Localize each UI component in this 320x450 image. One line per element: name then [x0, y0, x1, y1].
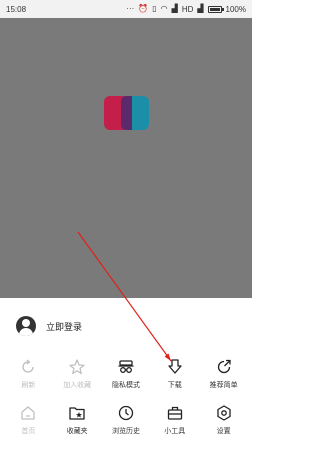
download-icon — [168, 359, 182, 374]
avatar — [16, 316, 36, 336]
refresh-icon — [22, 359, 35, 373]
login-row[interactable]: 立即登录 — [16, 316, 82, 336]
browser-logo-icon — [104, 96, 149, 130]
star-icon — [69, 359, 85, 375]
menu-item-label: 下载 — [167, 382, 182, 389]
bookmark-folder-icon — [69, 407, 85, 420]
signal-icon-2: ▟ — [197, 4, 204, 13]
menu-item-home[interactable]: 首页 — [5, 404, 51, 436]
home-icon — [21, 406, 35, 420]
menu-item-tools[interactable]: 小工具 — [152, 404, 198, 436]
settings-icon — [216, 405, 231, 421]
toolbox-icon — [167, 406, 182, 420]
menu-item-label: 首页 — [21, 428, 36, 435]
menu-item-label: 刷新 — [21, 382, 36, 389]
dimmed-page-overlay[interactable] — [0, 18, 252, 298]
dots-icon: ··· — [126, 4, 135, 13]
menu-item-download[interactable]: 下载 — [152, 358, 198, 390]
vibrate-icon: ▯ — [152, 4, 157, 13]
status-time: 15:08 — [6, 4, 27, 14]
battery-fill — [209, 7, 220, 11]
menu-row-2: 首页 收藏夹 浏览历史 小工具 设置 — [0, 404, 252, 436]
share-icon — [217, 359, 231, 374]
network-label: HD — [181, 4, 194, 14]
incognito-icon — [118, 360, 134, 373]
menu-item-label: 设置 — [216, 428, 231, 435]
menu-item-label: 收藏夹 — [66, 428, 88, 435]
menu-item-refresh[interactable]: 刷新 — [5, 358, 51, 390]
status-icons: ··· ⏰ ▯ ◠ ▟ HD ▟ 100% — [126, 5, 246, 14]
menu-item-label: 小工具 — [164, 428, 186, 435]
menu-item-bookmarks[interactable]: 收藏夹 — [54, 404, 100, 436]
menu-item-add-favorite[interactable]: 加入收藏 — [54, 358, 100, 390]
battery-label: 100% — [225, 4, 246, 14]
menu-row-1: 刷新 加入收藏 隐私模式 下载 推荐简单 — [0, 358, 252, 390]
wifi-icon: ◠ — [160, 4, 168, 13]
signal-icon: ▟ — [171, 4, 178, 13]
status-bar: 15:08 ··· ⏰ ▯ ◠ ▟ HD ▟ 100% — [0, 0, 252, 18]
menu-item-settings[interactable]: 设置 — [201, 404, 247, 436]
clock-icon — [118, 405, 134, 421]
menu-item-label: 推荐简单 — [209, 382, 238, 389]
menu-item-history[interactable]: 浏览历史 — [103, 404, 149, 436]
menu-item-label: 加入收藏 — [63, 382, 92, 389]
login-label: 立即登录 — [46, 321, 83, 332]
menu-item-private-mode[interactable]: 隐私模式 — [103, 358, 149, 390]
menu-item-label: 隐私模式 — [111, 382, 140, 389]
menu-item-recommend[interactable]: 推荐简单 — [201, 358, 247, 390]
menu-item-label: 浏览历史 — [111, 428, 140, 435]
bottom-menu-sheet: 立即登录 刷新 加入收藏 隐私模式 下载 推荐简单 首页 收藏夹 浏览历史 小工… — [0, 298, 252, 450]
alarm-icon: ⏰ — [138, 4, 149, 13]
battery-icon — [207, 5, 224, 13]
